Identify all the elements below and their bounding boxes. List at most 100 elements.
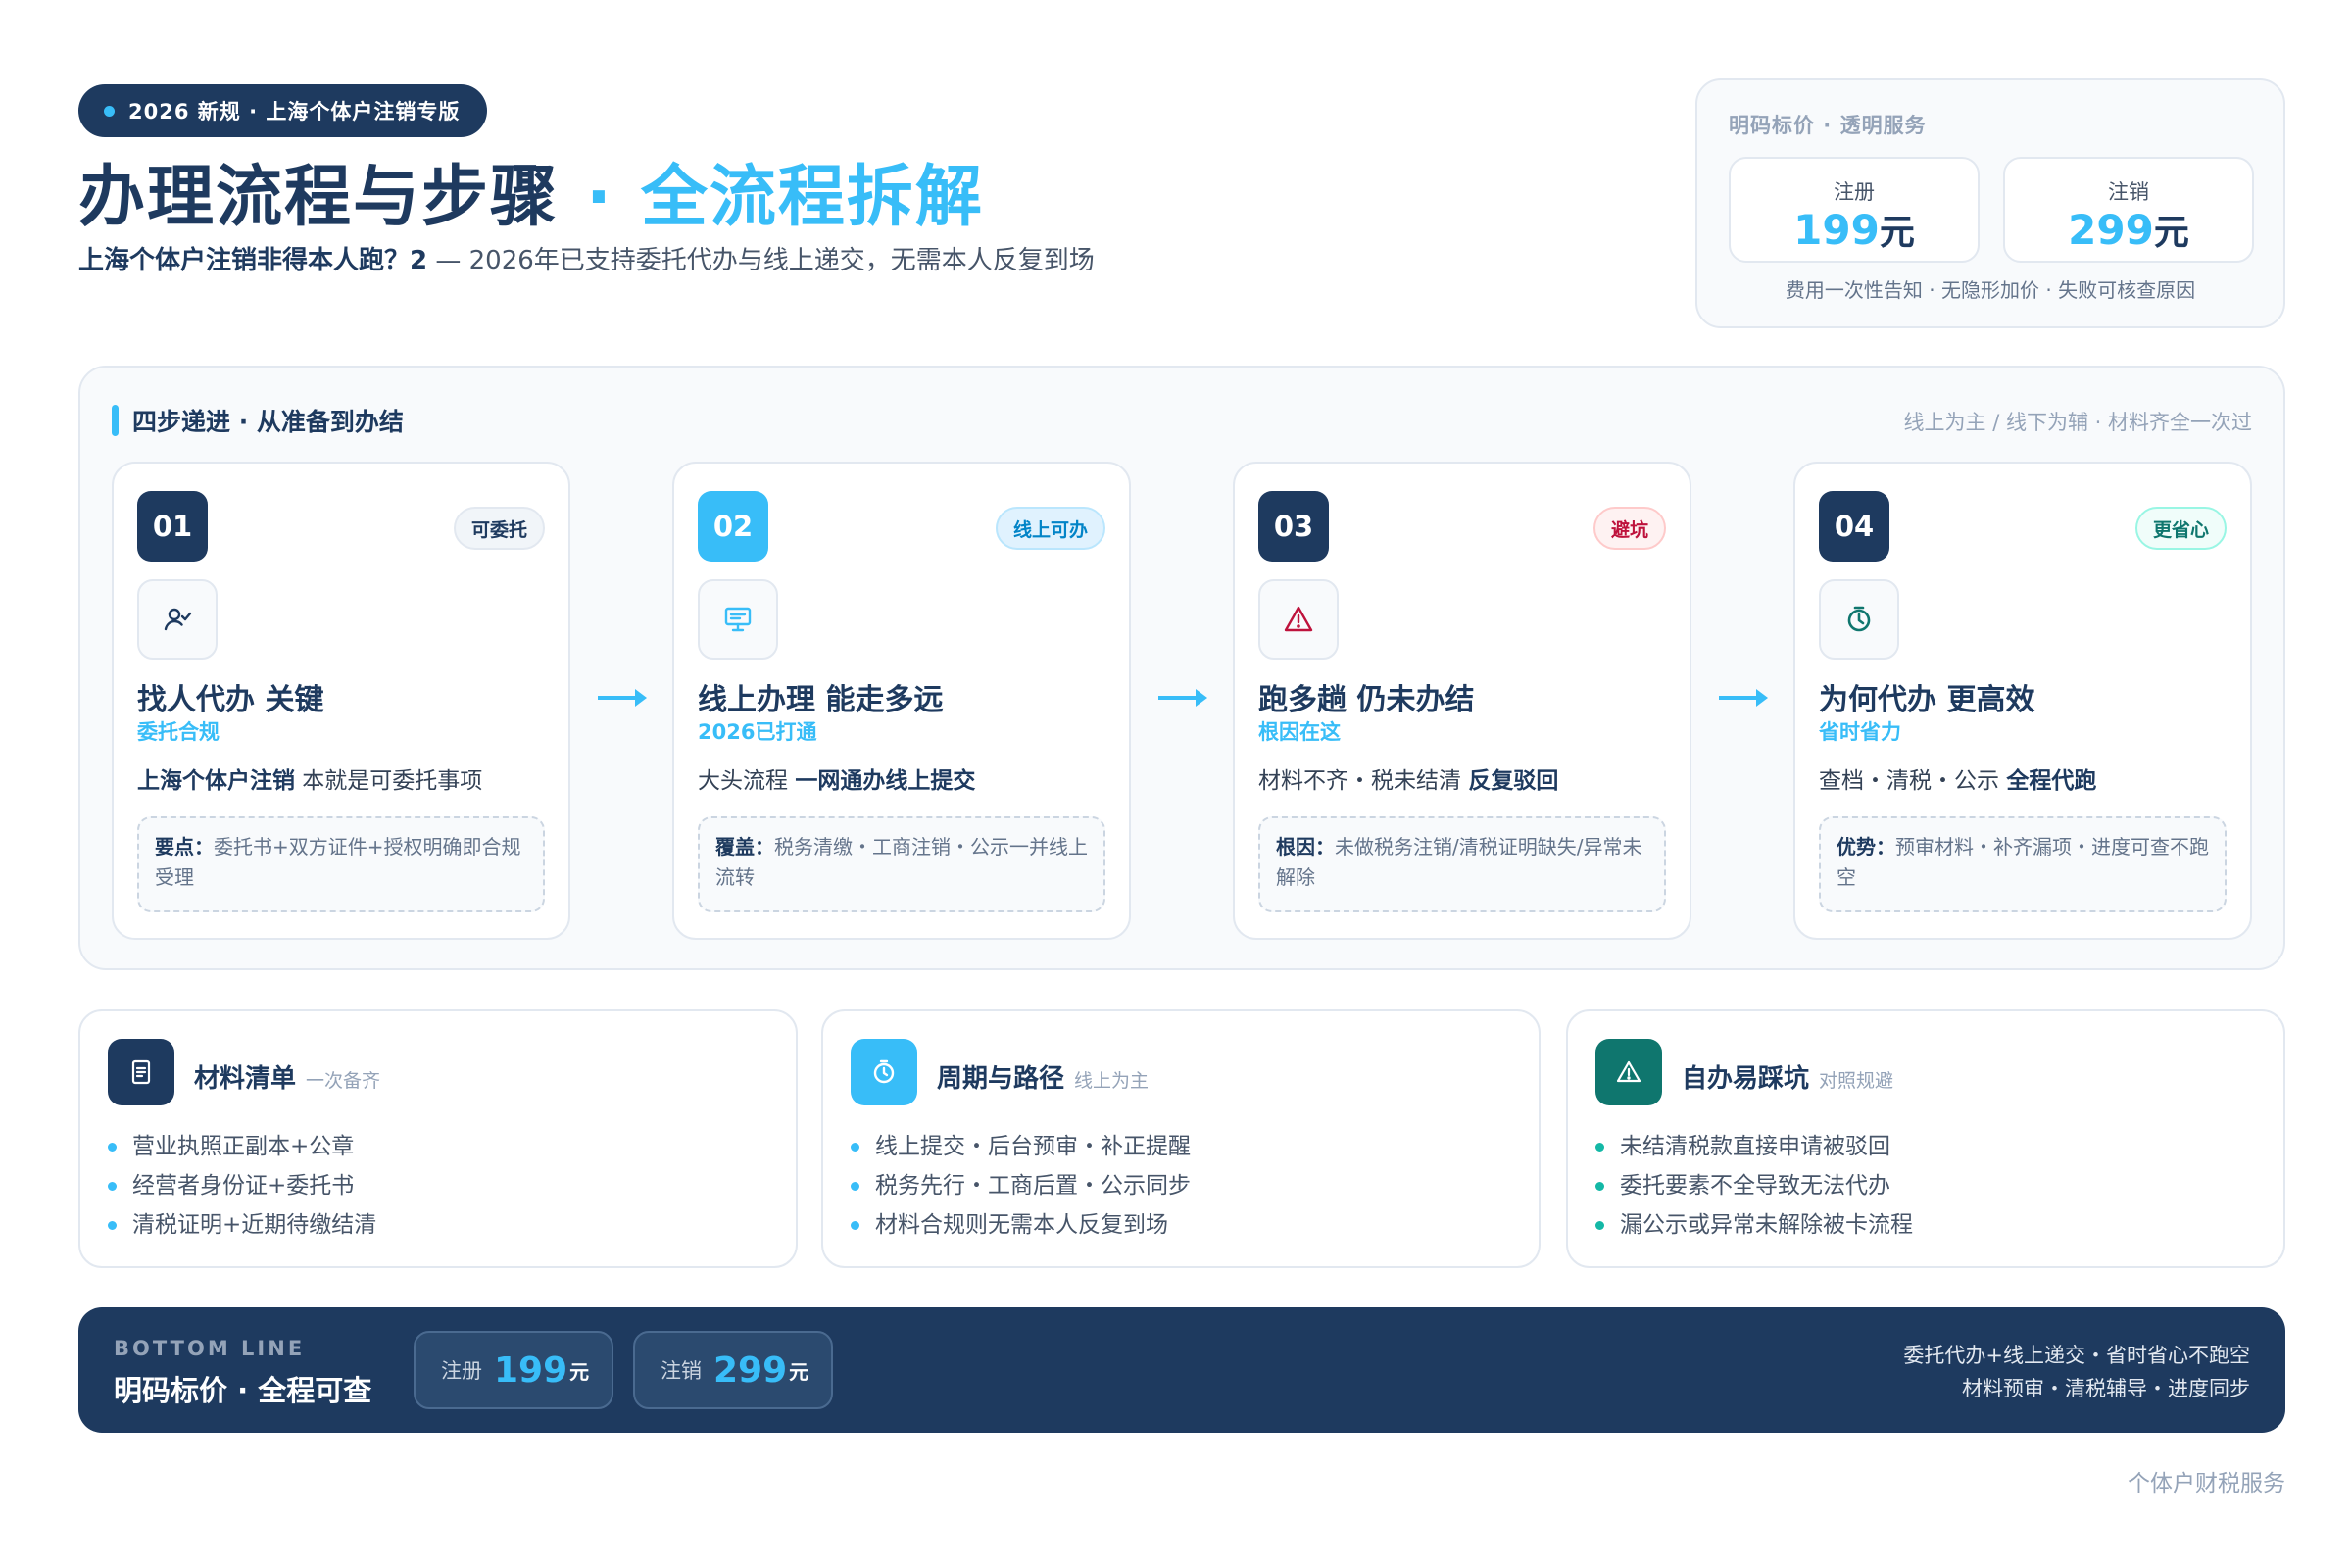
bottom-price-unit: 元: [569, 1359, 590, 1384]
step-card-2: 02 线上可办 线上办理 能走多远 2026已打通 大头流程 一网通办线上提交 …: [672, 462, 1131, 940]
step-line-bold: 反复驳回: [1468, 768, 1559, 794]
subtitle-rest: — 2026年已支持委托代办与线上递交，无需本人反复到场: [427, 246, 1095, 275]
step-note: 要点：委托书+双方证件+授权明确即合规受理: [137, 816, 545, 912]
list-item-text: 经营者身份证+委托书: [132, 1173, 355, 1199]
list-item-text: 清税证明+近期待缴结清: [132, 1212, 377, 1238]
step-title: 跑多趟 仍未办结: [1258, 683, 1475, 717]
step-line: 查档・清税・公示 全程代跑: [1819, 761, 2096, 795]
heading-bar: [112, 405, 119, 436]
info-card-materials: 材料清单 一次备齐 营业执照正副本+公章 经营者身份证+委托书 清税证明+近期待缴…: [78, 1009, 798, 1268]
steps-right-note: 线上为主 / 线下为辅 · 材料齐全一次过: [1903, 411, 2252, 434]
info-title-text: 周期与路径: [937, 1064, 1065, 1094]
bottom-price-value: 199: [494, 1349, 568, 1391]
price-card-register: 注册 199元: [1729, 157, 1980, 263]
list-item-text: 税务先行・工商后置・公示同步: [875, 1173, 1191, 1199]
bottom-price-cancel: 注销 299 元: [633, 1331, 833, 1409]
user-check-icon: [137, 579, 218, 660]
note-label: 根因：: [1276, 835, 1335, 858]
step-line: 材料不齐・税未结清 反复驳回: [1258, 761, 1558, 795]
step-line-bold: 全程代跑: [2006, 768, 2097, 794]
info-list: 营业执照正副本+公章 经营者身份证+委托书 清税证明+近期待缴结清: [108, 1127, 376, 1245]
list-item: 清税证明+近期待缴结清: [108, 1205, 376, 1245]
note-label: 覆盖：: [715, 835, 774, 858]
info-list: 未结清税款直接申请被驳回 委托要素不全导致无法代办 漏公示或异常未解除被卡流程: [1595, 1127, 1913, 1245]
bottom-main-text: 明码标价 · 全程可查: [114, 1374, 372, 1407]
step-badge: 线上可办: [995, 507, 1105, 550]
step-line: 上海个体户注销 本就是可委托事项: [137, 761, 482, 795]
list-item: 经营者身份证+委托书: [108, 1166, 376, 1205]
step-badge: 可委托: [453, 507, 545, 550]
list-item: 营业执照正副本+公章: [108, 1127, 376, 1166]
bottom-price-label: 注销: [661, 1359, 702, 1383]
bottom-caption: BOTTOM LINE: [114, 1337, 306, 1360]
footer-brand: 个体户财税服务: [2128, 1471, 2285, 1496]
steps-title: 四步递进 · 从准备到办结: [132, 408, 404, 436]
step-line-pre: 查档・清税・公示: [1819, 768, 2007, 794]
step-card-1: 01 可委托 找人代办 关键 委托合规 上海个体户注销 本就是可委托事项 要点：…: [112, 462, 570, 940]
price-label: 注销: [2108, 180, 2149, 204]
info-title: 材料清单 一次备齐: [194, 1058, 380, 1095]
tag-dot: [104, 105, 115, 117]
price-number: 299: [2068, 206, 2154, 254]
bottom-bar: BOTTOM LINE 明码标价 · 全程可查 注册 199 元 注销 299 …: [78, 1307, 2285, 1433]
arrow-right-icon: [1719, 689, 1768, 707]
price-unit: 元: [2153, 213, 2189, 253]
step-note: 优势：预审材料・补齐漏项・进度可查不跑空: [1819, 816, 2227, 912]
list-item: 线上提交・后台预审・补正提醒: [851, 1127, 1191, 1166]
list-item-text: 委托要素不全导致无法代办: [1620, 1173, 1890, 1199]
bottom-right-text: 委托代办+线上递交・省时省心不跑空 材料预审・清税辅导・进度同步: [1903, 1339, 2250, 1405]
price-card-cancel: 注销 299元: [2003, 157, 2254, 263]
list-item-text: 漏公示或异常未解除被卡流程: [1620, 1212, 1913, 1238]
info-card-pitfalls: 自办易踩坑 对照规避 未结清税款直接申请被驳回 委托要素不全导致无法代办 漏公示或…: [1566, 1009, 2285, 1268]
info-title-small: 对照规避: [1819, 1070, 1894, 1092]
arrow-right-icon: [598, 689, 647, 707]
step-line-bold: 上海个体户注销: [137, 768, 295, 794]
page-subtitle: 上海个体户注销非得本人跑？2 — 2026年已支持委托代办与线上递交，无需本人反…: [78, 243, 1095, 278]
list-item-text: 未结清税款直接申请被驳回: [1620, 1134, 1890, 1159]
bullet-dot: [851, 1181, 859, 1191]
step-line-rest: 本就是可委托事项: [295, 768, 483, 794]
info-list: 线上提交・后台预审・补正提醒 税务先行・工商后置・公示同步 材料合规则无需本人反…: [851, 1127, 1191, 1245]
price-value: 299元: [2005, 208, 2252, 256]
bottom-price-label: 注册: [441, 1359, 482, 1383]
list-item-text: 材料合规则无需本人反复到场: [875, 1212, 1168, 1238]
info-title: 周期与路径 线上为主: [937, 1058, 1149, 1095]
title-separator: ·: [586, 159, 613, 236]
price-box-foot: 费用一次性告知 · 无隐形加价 · 失败可核查原因: [1785, 278, 2196, 302]
bullet-dot: [1595, 1181, 1604, 1191]
list-item: 委托要素不全导致无法代办: [1595, 1166, 1913, 1205]
clock-icon: [1819, 579, 1899, 660]
step-subtitle: 2026已打通: [698, 720, 817, 744]
bottom-right-line: 委托代办+线上递交・省时省心不跑空: [1903, 1344, 2250, 1367]
title-main: 办理流程与步骤: [78, 159, 560, 236]
bullet-dot: [851, 1142, 859, 1152]
warning-icon: [1258, 579, 1339, 660]
step-number: 03: [1258, 491, 1329, 562]
price-value: 199元: [1731, 208, 1978, 256]
bullet-dot: [108, 1220, 117, 1230]
note-label: 优势：: [1837, 835, 1895, 858]
clock-icon: [851, 1039, 917, 1105]
bottom-price-value: 299: [713, 1349, 788, 1391]
step-line-pre: 大头流程: [698, 768, 796, 794]
step-badge: 更省心: [2134, 507, 2227, 550]
bullet-dot: [108, 1142, 117, 1152]
info-title-small: 一次备齐: [306, 1070, 381, 1092]
step-subtitle: 委托合规: [137, 720, 220, 744]
info-card-cycle: 周期与路径 线上为主 线上提交・后台预审・补正提醒 税务先行・工商后置・公示同步 …: [821, 1009, 1541, 1268]
bullet-dot: [1595, 1142, 1604, 1152]
steps-heading: 四步递进 · 从准备到办结: [112, 403, 404, 438]
info-title-small: 线上为主: [1074, 1070, 1150, 1092]
step-number: 04: [1819, 491, 1889, 562]
list-item: 未结清税款直接申请被驳回: [1595, 1127, 1913, 1166]
warning-icon: [1595, 1039, 1662, 1105]
step-card-4: 04 更省心 为何代办 更高效 省时省力 查档・清税・公示 全程代跑 优势：预审…: [1793, 462, 2252, 940]
step-note: 根因：未做税务注销/清税证明缺失/异常未解除: [1258, 816, 1666, 912]
price-box-head: 明码标价 · 透明服务: [1729, 114, 1927, 137]
page-title: 办理流程与步骤 · 全流程拆解: [78, 155, 984, 241]
title-accent: 全流程拆解: [640, 159, 984, 236]
step-subtitle: 根因在这: [1258, 720, 1341, 744]
bottom-right-line: 材料预审・清税辅导・进度同步: [1962, 1377, 2250, 1400]
step-title: 为何代办 更高效: [1819, 683, 2035, 717]
document-icon: [108, 1039, 174, 1105]
